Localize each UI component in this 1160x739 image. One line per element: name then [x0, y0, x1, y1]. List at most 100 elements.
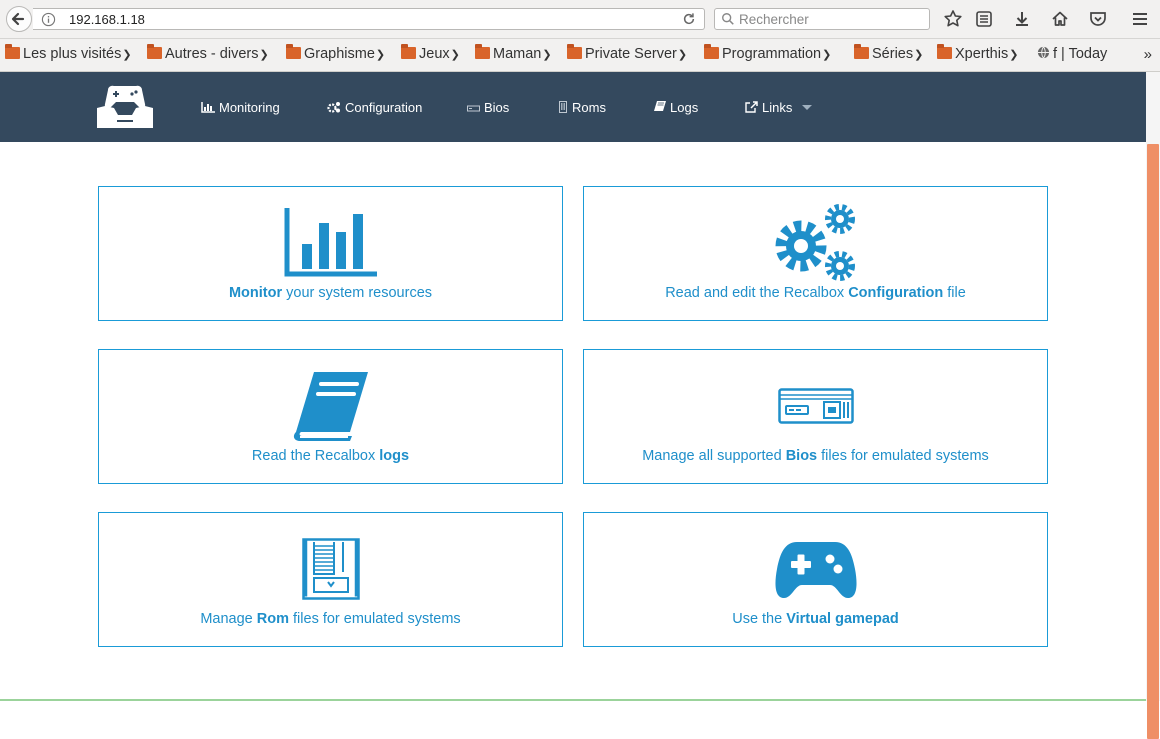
- label-text: Manage: [200, 611, 257, 627]
- bookmark-folder[interactable]: Maman❯: [475, 44, 552, 62]
- card-bios[interactable]: Manage all supported Bios files for emul…: [583, 349, 1048, 484]
- chevron-down-icon: ❯: [375, 49, 386, 61]
- menu-icon[interactable]: [1130, 9, 1150, 29]
- page-scrollbar[interactable]: [1146, 72, 1160, 739]
- bookmarks-overflow-button[interactable]: »: [1144, 46, 1152, 63]
- globe-icon: [1037, 46, 1050, 59]
- cartridge-icon: [559, 101, 567, 113]
- label-bold: Rom: [256, 611, 289, 627]
- bookmark-folder[interactable]: Autres - divers❯: [147, 44, 269, 62]
- bar-chart-icon: [201, 102, 215, 113]
- label-text: Manage all supported: [642, 448, 786, 464]
- home-icon[interactable]: [1050, 9, 1070, 29]
- cartridge-icon: [301, 538, 360, 600]
- bookmark-label: f | Today: [1053, 46, 1108, 62]
- chevron-down-icon: ❯: [450, 49, 460, 61]
- bookmark-folder[interactable]: Séries❯: [854, 44, 923, 62]
- browser-toolbar: 192.168.1.18 Rechercher: [0, 0, 1160, 39]
- icon-wrapper: [99, 201, 562, 285]
- bookmark-label: Séries: [872, 46, 914, 62]
- url-bar[interactable]: 192.168.1.18: [33, 8, 705, 30]
- bookmark-label: Xperthis: [955, 46, 1009, 62]
- card-logs[interactable]: Read the Recalbox logs: [98, 349, 563, 484]
- search-placeholder: Rechercher: [739, 12, 809, 27]
- reading-list-icon[interactable]: [974, 9, 994, 29]
- card-gamepad[interactable]: Use the Virtual gamepad: [583, 512, 1048, 647]
- info-icon[interactable]: [41, 12, 56, 27]
- nav-monitoring-label: Monitoring: [219, 100, 280, 115]
- console-icon: [777, 388, 854, 424]
- scrollbar-thumb[interactable]: [1147, 144, 1159, 739]
- nav-links[interactable]: Links: [745, 100, 813, 115]
- cogs-icon: [327, 102, 340, 113]
- nav-bios[interactable]: Bios: [467, 100, 509, 115]
- card-gamepad-label: Use the Virtual gamepad: [584, 611, 1047, 627]
- bookmark-folder[interactable]: Graphisme❯: [286, 44, 386, 62]
- nav-links-label: Links: [762, 100, 793, 115]
- recalbox-navbar: Monitoring Configuration Bios Roms Logs …: [0, 72, 1146, 142]
- card-configuration[interactable]: Read and edit the Recalbox Configuration…: [583, 186, 1048, 321]
- label-text: your system resources: [282, 285, 433, 301]
- card-bios-label: Manage all supported Bios files for emul…: [584, 448, 1047, 464]
- label-text: Read and edit the Recalbox: [665, 285, 849, 301]
- nav-configuration-label: Configuration: [345, 100, 423, 115]
- back-button[interactable]: [6, 6, 32, 32]
- chevron-down-icon: ❯: [259, 49, 269, 61]
- bookmark-folder[interactable]: Private Server❯: [567, 44, 687, 62]
- nav-roms-label: Roms: [572, 100, 606, 115]
- recalbox-logo-icon[interactable]: [95, 84, 155, 130]
- label-text: file: [943, 285, 966, 301]
- bookmark-star-icon[interactable]: [943, 9, 963, 29]
- label-text: files for emulated systems: [289, 611, 461, 627]
- nav-monitoring[interactable]: Monitoring: [201, 100, 280, 115]
- back-arrow-icon: [11, 12, 25, 26]
- folder-icon: [475, 44, 490, 59]
- folder-icon: [567, 44, 582, 59]
- folder-icon: [5, 44, 20, 59]
- icon-wrapper: [584, 527, 1047, 611]
- nav-bios-label: Bios: [484, 100, 510, 115]
- label-bold: Configuration: [848, 285, 944, 301]
- icon-wrapper: [99, 527, 562, 611]
- search-icon: [722, 13, 734, 25]
- card-monitor[interactable]: Monitor your system resources: [98, 186, 563, 321]
- reload-icon[interactable]: [682, 12, 696, 26]
- folder-icon: [854, 44, 869, 59]
- url-text[interactable]: 192.168.1.18: [69, 12, 145, 27]
- bookmark-folder[interactable]: Programmation❯: [704, 44, 832, 62]
- bookmark-label: Maman: [493, 46, 542, 62]
- label-bold: Bios: [785, 448, 818, 464]
- bookmark-label: Graphisme: [304, 46, 375, 62]
- bookmarks-toolbar: Les plus visités❯ Autres - divers❯ Graph…: [0, 39, 1160, 72]
- icon-wrapper: [99, 364, 562, 448]
- label-text: Use the: [732, 611, 787, 627]
- pocket-icon[interactable]: [1088, 9, 1108, 29]
- bookmark-link[interactable]: f | Today: [1037, 46, 1107, 62]
- chevron-down-icon: ❯: [822, 49, 832, 61]
- icon-wrapper: [584, 364, 1047, 448]
- label-bold: logs: [379, 448, 410, 464]
- external-link-icon: [745, 101, 758, 113]
- gamepad-icon: [774, 542, 857, 598]
- card-configuration-label: Read and edit the Recalbox Configuration…: [584, 285, 1047, 301]
- folder-icon: [147, 44, 162, 59]
- bookmark-folder[interactable]: Jeux❯: [401, 44, 460, 62]
- bookmark-folder[interactable]: Les plus visités❯: [5, 44, 132, 62]
- bookmark-label: Autres - divers: [165, 46, 259, 62]
- bookmark-label: Private Server: [585, 46, 677, 62]
- bookmark-label: Les plus visités: [23, 46, 122, 62]
- card-logs-label: Read the Recalbox logs: [99, 448, 562, 464]
- search-bar[interactable]: Rechercher: [714, 8, 930, 30]
- book-icon: [654, 101, 666, 111]
- nav-logs[interactable]: Logs: [654, 100, 698, 115]
- cogs-icon: [775, 204, 855, 281]
- icon-wrapper: [584, 201, 1047, 285]
- bookmark-folder[interactable]: Xperthis❯: [937, 44, 1018, 62]
- nav-configuration[interactable]: Configuration: [327, 100, 422, 115]
- label-bold: Virtual gamepad: [786, 611, 899, 627]
- folder-icon: [401, 44, 416, 59]
- nav-roms[interactable]: Roms: [558, 100, 606, 115]
- caret-down-icon: [802, 105, 813, 110]
- download-icon[interactable]: [1012, 9, 1032, 29]
- card-roms[interactable]: Manage Rom files for emulated systems: [98, 512, 563, 647]
